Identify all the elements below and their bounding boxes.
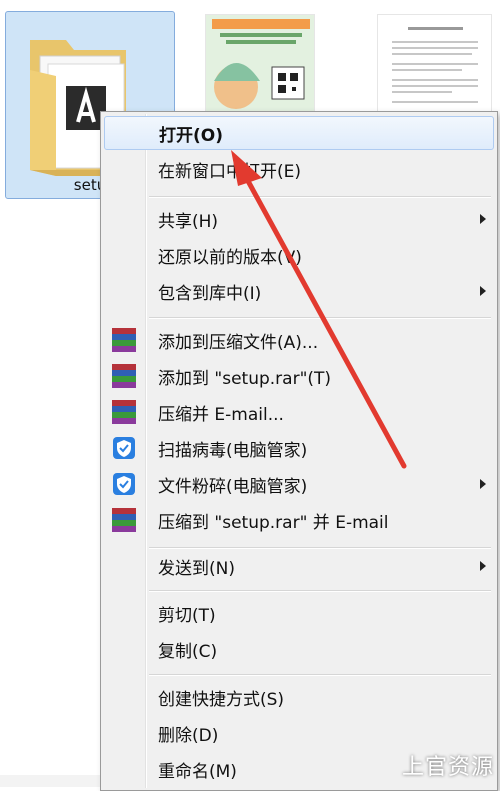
menu-item-label: 创建快捷方式(S): [158, 689, 285, 710]
menu-separator: [149, 317, 491, 319]
menu-item-open-new-window[interactable]: 在新窗口中打开(E): [104, 152, 494, 186]
context-menu: 打开(O) 在新窗口中打开(E) 共享(H) 还原以前的版本(V) 包含到库中(…: [100, 111, 498, 791]
winrar-icon: [112, 364, 136, 388]
shield-icon: [112, 436, 136, 460]
submenu-arrow-icon: [480, 286, 486, 296]
menu-separator: [149, 590, 491, 592]
menu-item-label: 剪切(T): [158, 605, 216, 626]
menu-item-label: 发送到(N): [158, 558, 235, 579]
menu-item-include-in-library[interactable]: 包含到库中(I): [104, 274, 494, 308]
menu-item-label: 压缩并 E-mail...: [158, 404, 284, 425]
explorer-window: setu 打开(O) 在新窗口中打开(E) 共享(H) 还原以前的版本(V) 包…: [0, 0, 500, 791]
submenu-arrow-icon: [480, 479, 486, 489]
menu-item-label: 添加到 "setup.rar"(T): [158, 368, 332, 389]
document-image: [378, 15, 491, 113]
menu-item-create-shortcut[interactable]: 创建快捷方式(S): [104, 680, 494, 714]
menu-item-label: 打开(O): [159, 125, 223, 146]
shield-icon: [112, 472, 136, 496]
menu-item-file-shredder[interactable]: 文件粉碎(电脑管家): [104, 467, 494, 501]
document-thumbnail[interactable]: [377, 14, 492, 114]
menu-item-open[interactable]: 打开(O): [104, 116, 494, 150]
menu-item-cut[interactable]: 剪切(T): [104, 596, 494, 630]
menu-item-compress-to-setup-rar-email[interactable]: 压缩到 "setup.rar" 并 E-mail: [104, 503, 494, 537]
menu-item-label: 复制(C): [158, 641, 218, 662]
menu-separator: [149, 674, 491, 676]
submenu-arrow-icon: [480, 214, 486, 224]
menu-item-add-to-archive[interactable]: 添加到压缩文件(A)...: [104, 323, 494, 357]
menu-item-label: 文件粉碎(电脑管家): [158, 476, 308, 497]
menu-item-label: 共享(H): [158, 211, 219, 232]
menu-item-label: 扫描病毒(电脑管家): [158, 440, 308, 461]
menu-item-label: 添加到压缩文件(A)...: [158, 332, 319, 353]
status-fragment: [0, 775, 100, 787]
menu-item-label: 还原以前的版本(V): [158, 247, 302, 268]
menu-item-copy[interactable]: 复制(C): [104, 632, 494, 666]
menu-item-delete[interactable]: 删除(D): [104, 716, 494, 750]
menu-item-scan-virus[interactable]: 扫描病毒(电脑管家): [104, 431, 494, 465]
poster-thumbnail[interactable]: [205, 14, 315, 114]
menu-item-share[interactable]: 共享(H): [104, 202, 494, 236]
menu-item-add-to-setup-rar[interactable]: 添加到 "setup.rar"(T): [104, 359, 494, 393]
winrar-icon: [112, 328, 136, 352]
menu-item-compress-and-email[interactable]: 压缩并 E-mail...: [104, 395, 494, 429]
menu-item-label: 在新窗口中打开(E): [158, 161, 302, 182]
menu-item-label: 压缩到 "setup.rar" 并 E-mail: [158, 512, 389, 533]
menu-item-label: 包含到库中(I): [158, 283, 262, 304]
winrar-icon: [112, 508, 136, 532]
menu-separator: [149, 196, 491, 198]
submenu-arrow-icon: [480, 561, 486, 571]
menu-item-send-to[interactable]: 发送到(N): [104, 549, 494, 583]
poster-image: [206, 15, 314, 113]
watermark: 上官资源: [401, 755, 494, 780]
menu-item-restore-versions[interactable]: 还原以前的版本(V): [104, 238, 494, 272]
menu-item-label: 重命名(M): [158, 761, 237, 782]
menu-item-label: 删除(D): [158, 725, 219, 746]
winrar-icon: [112, 400, 136, 424]
